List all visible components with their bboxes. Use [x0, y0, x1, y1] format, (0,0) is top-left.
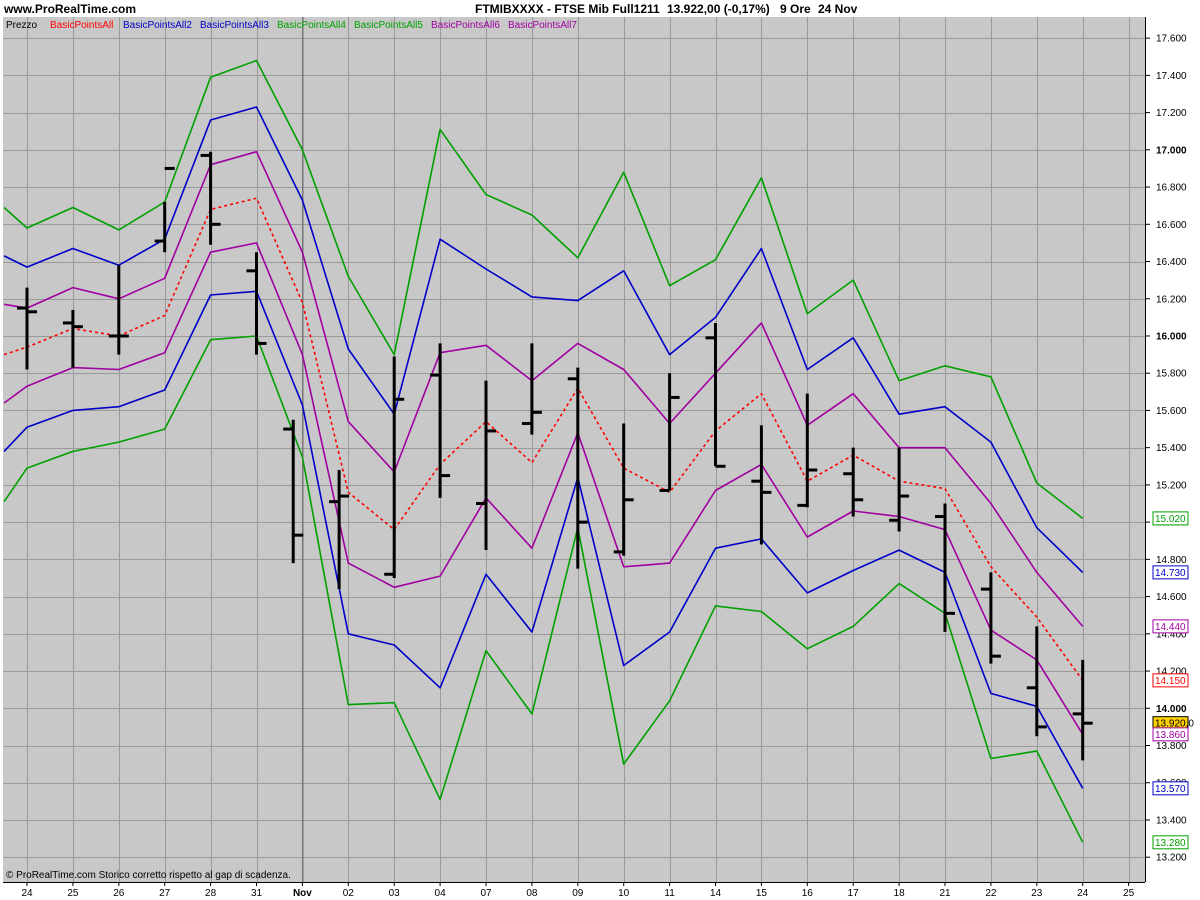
legend-item-prezzo[interactable]: Prezzo — [6, 20, 38, 31]
y-tick-label: 15.200 — [1156, 480, 1187, 491]
chart-title: FTMIBXXXX - FTSE Mib Full1211 — [475, 2, 660, 16]
x-tick-label: 31 — [251, 888, 263, 899]
y-tick-label: 17.400 — [1156, 71, 1187, 82]
legend: Prezzo BasicPointsAll BasicPointsAll2 Ba… — [6, 20, 577, 31]
y-tick-label: 17.000 — [1156, 145, 1187, 156]
price-info: 13.922,00 (-0,17%) — [667, 2, 770, 16]
value-box: 14.150 — [1152, 673, 1189, 688]
x-tick-label: 10 — [618, 888, 630, 899]
x-tick-label: 15 — [756, 888, 768, 899]
x-tick-label: 25 — [67, 888, 79, 899]
legend-item-basicpointsall[interactable]: BasicPointsAll — [50, 20, 113, 31]
x-tick-label: 24 — [1077, 888, 1089, 899]
x-tick-label: 09 — [572, 888, 584, 899]
y-tick-label: 16.200 — [1156, 294, 1187, 305]
x-tick-label: 03 — [389, 888, 401, 899]
x-tick-label: 22 — [985, 888, 997, 899]
value-box-label: 14.440 — [1155, 622, 1186, 633]
y-tick-label: 13.200 — [1156, 853, 1187, 864]
y-tick-label: 13.800 — [1156, 741, 1187, 752]
date-label: 24 Nov — [818, 2, 858, 16]
period-label: 9 Ore — [780, 2, 811, 16]
y-tick-label: 15.800 — [1156, 369, 1187, 380]
value-box: 15.020 — [1152, 511, 1189, 526]
y-tick-label: 17.200 — [1156, 108, 1187, 119]
legend-item-basicpointsall4[interactable]: BasicPointsAll4 — [277, 20, 346, 31]
x-tick-label: 28 — [205, 888, 217, 899]
y-tick-label: 15.400 — [1156, 443, 1187, 454]
y-tick-label: 14.800 — [1156, 555, 1187, 566]
x-tick-label: 27 — [159, 888, 171, 899]
y-tick-label: 16.800 — [1156, 183, 1187, 194]
y-tick-label: 14.000 — [1156, 704, 1187, 715]
x-tick-label: 24 — [21, 888, 33, 899]
plot-area[interactable] — [3, 17, 1145, 882]
value-box: 13.280 — [1152, 835, 1189, 850]
x-tick-label: Nov — [293, 888, 312, 899]
y-tick-label: 16.600 — [1156, 220, 1187, 231]
value-box: 14.730 — [1152, 565, 1189, 580]
x-tick-label: 26 — [113, 888, 125, 899]
y-tick-label: 17.600 — [1156, 34, 1187, 45]
chart-window: 13.20013.40013.60013.80014.00014.20014.4… — [0, 0, 1200, 900]
value-box-label: 14.730 — [1155, 568, 1186, 579]
x-tick-label: 17 — [848, 888, 860, 899]
site-label[interactable]: www.ProRealTime.com — [3, 2, 136, 16]
value-box: 13.860 — [1152, 727, 1189, 742]
x-tick-label: 16 — [802, 888, 814, 899]
legend-item-basicpointsall6[interactable]: BasicPointsAll6 — [431, 20, 500, 31]
x-tick-label: 04 — [435, 888, 447, 899]
y-tick-label: 16.000 — [1156, 331, 1187, 342]
footer-note: © ProRealTime.com Storico corretto rispe… — [6, 870, 291, 881]
value-box-label: 13.860 — [1155, 730, 1186, 741]
x-tick-label: 02 — [343, 888, 355, 899]
legend-item-basicpointsall5[interactable]: BasicPointsAll5 — [354, 20, 423, 31]
legend-item-basicpointsall7[interactable]: BasicPointsAll7 — [508, 20, 577, 31]
x-tick-label: 21 — [939, 888, 951, 899]
y-tick-label: 13.400 — [1156, 815, 1187, 826]
x-tick-label: 18 — [894, 888, 906, 899]
time-axis[interactable] — [0, 882, 1200, 900]
x-tick-label: 23 — [1031, 888, 1043, 899]
y-tick-label: 15.600 — [1156, 406, 1187, 417]
value-box-label: 13.280 — [1155, 838, 1186, 849]
value-box: 14.440 — [1152, 619, 1189, 634]
value-box-label: 13.570 — [1155, 784, 1186, 795]
legend-item-basicpointsall2[interactable]: BasicPointsAll2 — [123, 20, 192, 31]
value-box: 13.570 — [1152, 781, 1189, 796]
x-tick-label: 08 — [526, 888, 538, 899]
x-tick-label: 14 — [710, 888, 722, 899]
chart-canvas[interactable]: 13.20013.40013.60013.80014.00014.20014.4… — [0, 0, 1200, 900]
x-tick-label: 25 — [1123, 888, 1135, 899]
value-box-label: 14.150 — [1155, 676, 1186, 687]
y-tick-label: 14.600 — [1156, 592, 1187, 603]
y-tick-label: 16.400 — [1156, 257, 1187, 268]
legend-item-basicpointsall3[interactable]: BasicPointsAll3 — [200, 20, 269, 31]
x-tick-label: 11 — [664, 888, 675, 899]
x-tick-label: 07 — [480, 888, 492, 899]
value-box-label: 15.020 — [1155, 514, 1186, 525]
